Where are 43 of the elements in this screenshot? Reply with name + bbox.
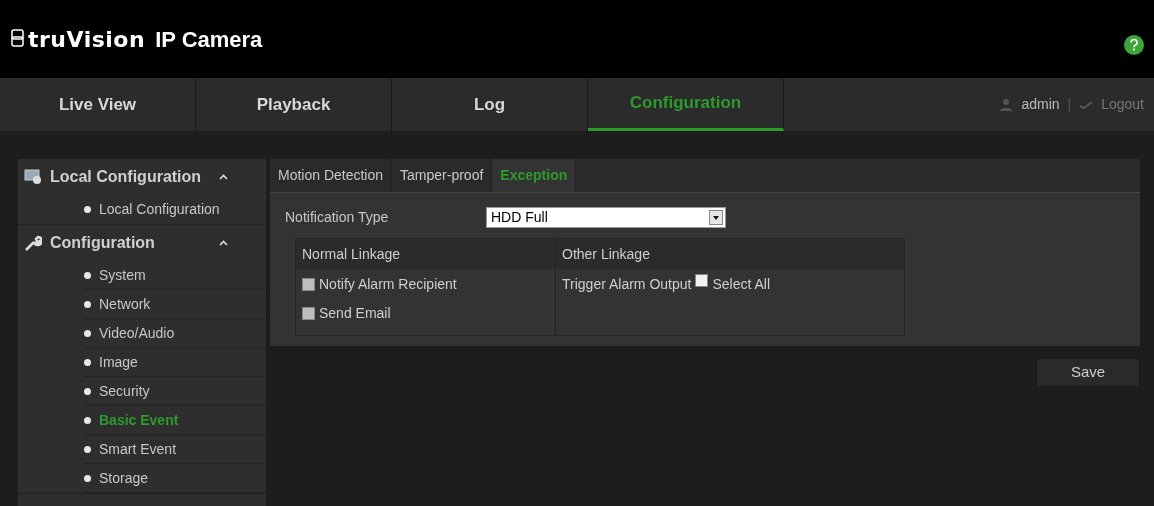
dropdown-icon [709,210,723,225]
checkbox-label: Notify Alarm Recipient [319,275,457,294]
checkbox[interactable] [302,307,315,320]
save-button[interactable]: Save [1036,358,1140,387]
logout-icon [1079,99,1094,110]
trigger-alarm-output-label: Trigger Alarm Output [562,275,692,294]
separator: | [1067,95,1072,114]
group-title: Configuration [50,233,156,253]
checkbox-label: Send Email [319,304,391,323]
column-header: Normal Linkage [296,239,556,269]
sidebar-item[interactable]: Video/Audio [84,319,266,348]
notification-type-select[interactable]: HDD Full [486,207,726,228]
sidebar-group[interactable]: Local Configuration [18,159,266,195]
sidebar-item[interactable]: Local Configuration [84,195,266,224]
sidebar-item[interactable]: Smart Event [84,435,266,464]
checkbox-label: Select All [712,275,770,294]
config-tab[interactable]: Motion Detection [270,159,393,192]
chevron-up-icon [219,174,228,180]
nav-tab[interactable]: Configuration [588,78,784,131]
wrench-icon [24,234,42,252]
notification-type-label: Notification Type [285,208,390,227]
nav-tab[interactable]: Playback [196,78,392,131]
user-icon [999,97,1014,112]
chevron-up-icon [219,240,228,246]
monitor-gear-icon [24,169,42,185]
checkbox[interactable] [302,278,315,291]
nav-tab[interactable]: Log [392,78,588,131]
nav-tab[interactable]: Live View [0,78,196,131]
brand-name: truVision [28,25,146,54]
help-icon [1130,39,1138,51]
username: admin [1021,95,1060,114]
app-title: IP Camera [155,25,263,54]
sidebar-item[interactable]: Image [84,348,266,377]
sidebar-item[interactable]: Storage [84,464,266,493]
sidebar-item[interactable]: Network [84,290,266,319]
group-title: Local Configuration [50,167,203,187]
sidebar-item[interactable]: System [84,261,266,290]
column-header: Other Linkage [561,244,651,264]
checkbox[interactable] [695,274,709,287]
sidebar-item[interactable]: Security [84,377,266,406]
sidebar-group[interactable]: Configuration [18,225,266,261]
sidebar-item[interactable]: Basic Event [84,406,266,435]
help-button[interactable] [1124,35,1144,55]
